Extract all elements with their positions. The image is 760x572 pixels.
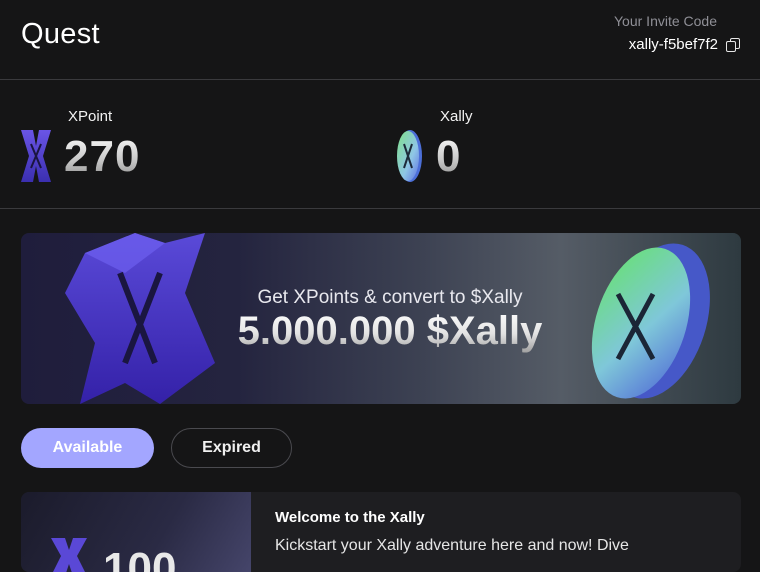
invite-code-row: xally-f5bef7f2 xyxy=(629,36,740,53)
xally-coin-icon xyxy=(397,130,422,182)
quest-title: Welcome to the Xally xyxy=(275,509,425,526)
tab-available[interactable]: Available xyxy=(21,428,154,468)
quest-thumbnail: 100 xyxy=(21,492,251,572)
quest-description: Kickstart your Xally adventure here and … xyxy=(275,537,629,554)
header: Quest Your Invite Code xally-f5bef7f2 xyxy=(0,0,760,80)
xally-value: 0 xyxy=(436,132,462,181)
banner-subtitle: Get XPoints & convert to $Xally xyxy=(257,287,523,308)
xpoint-logo-icon xyxy=(21,130,51,182)
page-title: Quest xyxy=(21,18,100,50)
invite-code-value: xally-f5bef7f2 xyxy=(628,36,718,53)
promo-banner[interactable]: Get XPoints & convert to $Xally 5.000.00… xyxy=(21,233,741,404)
xally-label: Xally xyxy=(440,108,473,125)
tab-expired[interactable]: Expired xyxy=(171,428,292,468)
quest-thumb-value: 100 xyxy=(103,544,177,572)
xpoint-label: XPoint xyxy=(68,108,113,125)
invite-code-label: Your Invite Code xyxy=(614,13,717,29)
copy-icon[interactable] xyxy=(726,37,740,52)
balances-section: XPoint 270 Xally 0 xyxy=(0,80,760,209)
quest-card[interactable]: 100 Welcome to the Xally Kickstart your … xyxy=(21,492,741,572)
xpoint-logo-icon xyxy=(51,538,87,572)
xpoint-value: 270 xyxy=(64,132,141,181)
quest-tabs: Available Expired xyxy=(21,428,292,468)
banner-headline: 5.000.000 $Xally xyxy=(21,309,741,354)
